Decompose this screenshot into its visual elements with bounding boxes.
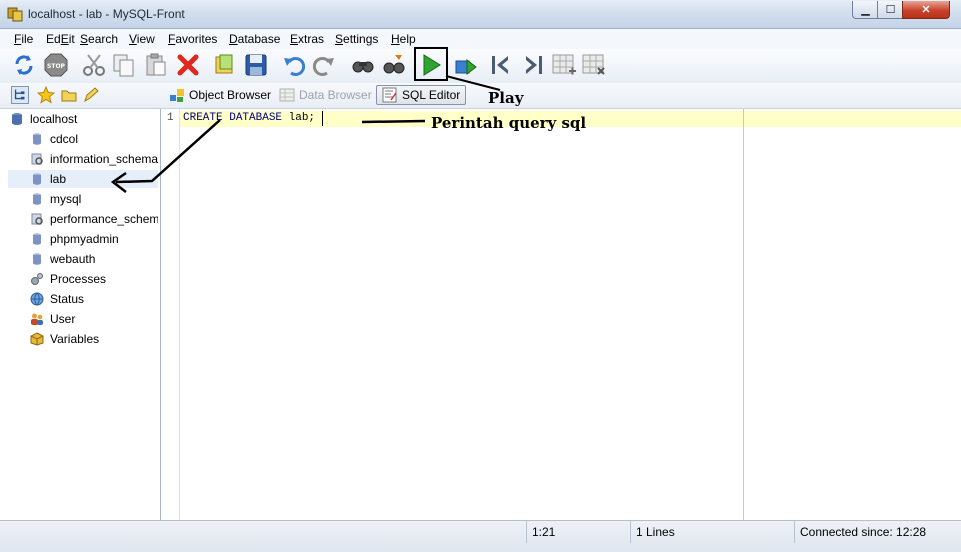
query-pointer-line xyxy=(361,119,426,124)
lab-pointer-line xyxy=(115,119,221,184)
annotation-arrows xyxy=(110,75,501,193)
annotation-play: Play xyxy=(488,89,524,107)
play-pointer-line xyxy=(445,75,501,91)
annotation-query: Perintah query sql xyxy=(431,114,587,132)
status-bar: 1:21 1 Lines Connected since: 12:28 xyxy=(0,520,961,552)
status-connection: Connected since: 12:28 xyxy=(794,521,934,543)
status-line-count: 1 Lines xyxy=(630,521,794,543)
status-cursor-position: 1:21 xyxy=(526,521,630,543)
